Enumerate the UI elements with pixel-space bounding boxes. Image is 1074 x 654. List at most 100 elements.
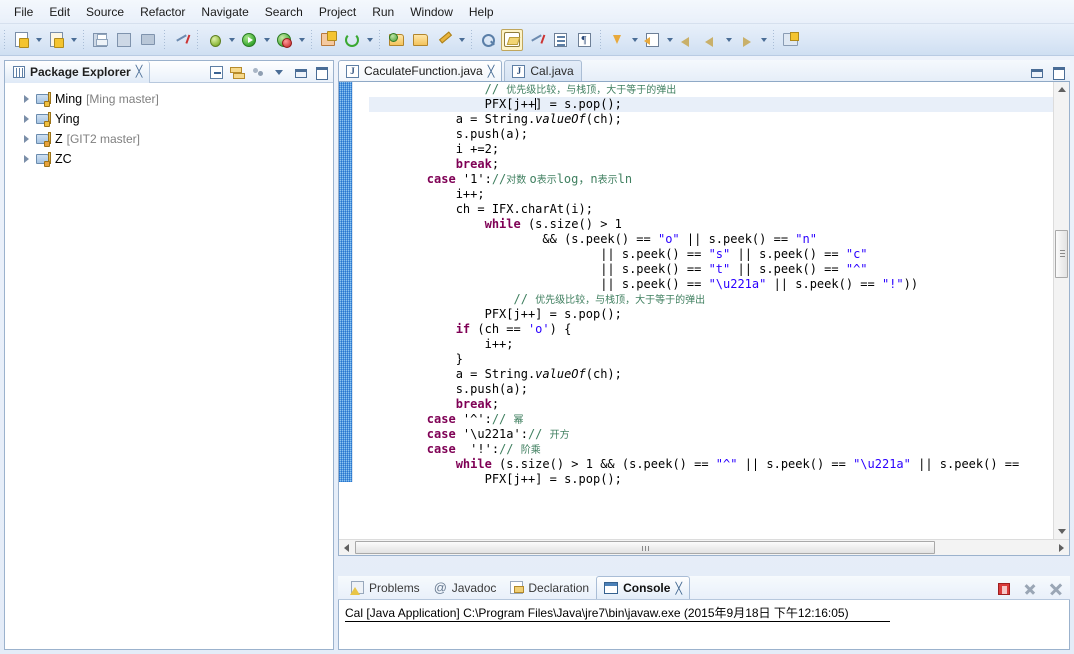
- source-code-text[interactable]: // 优先级比较，与栈顶，大于等于的弹出 PFX[j++] = s.pop();…: [369, 82, 1053, 539]
- code-line[interactable]: || s.peek() == "t" || s.peek() == "^": [369, 262, 1053, 277]
- tab-console[interactable]: Console ╳: [596, 576, 691, 599]
- open-type-button[interactable]: [385, 29, 407, 51]
- new-wizard-dropdown[interactable]: [33, 29, 44, 51]
- code-line[interactable]: i++;: [369, 337, 1053, 352]
- tree-item-zc[interactable]: ZC: [5, 149, 333, 169]
- menu-help[interactable]: Help: [461, 2, 502, 22]
- search-button[interactable]: [477, 29, 499, 51]
- code-line[interactable]: while (s.size() > 1: [369, 217, 1053, 232]
- minimize-view-button[interactable]: [290, 63, 310, 82]
- menu-window[interactable]: Window: [402, 2, 461, 22]
- tab-package-explorer[interactable]: Package Explorer ╳: [5, 60, 151, 83]
- show-outline-button[interactable]: [549, 29, 571, 51]
- editor-tab-cal-java[interactable]: J Cal.java: [504, 60, 582, 81]
- maximize-editor-button[interactable]: [1048, 62, 1068, 81]
- debug-dropdown[interactable]: [226, 29, 237, 51]
- code-editor[interactable]: // 优先级比较，与栈顶，大于等于的弹出 PFX[j++] = s.pop();…: [338, 82, 1070, 556]
- code-line[interactable]: i +=2;: [369, 142, 1053, 157]
- forward-dropdown[interactable]: [758, 29, 769, 51]
- chevron-right-icon[interactable]: [21, 94, 32, 105]
- code-line[interactable]: && (s.peek() == "o" || s.peek() == "n": [369, 232, 1053, 247]
- remove-all-terminated-button[interactable]: [1046, 579, 1066, 598]
- menu-project[interactable]: Project: [311, 2, 364, 22]
- previous-annotation-button[interactable]: [641, 29, 663, 51]
- code-line[interactable]: || s.peek() == "s" || s.peek() == "c": [369, 247, 1053, 262]
- scroll-right-arrow[interactable]: [1054, 540, 1069, 555]
- menu-search[interactable]: Search: [257, 2, 311, 22]
- tab-declaration[interactable]: Declaration: [503, 576, 596, 599]
- new-wizard-button[interactable]: [10, 29, 32, 51]
- close-icon[interactable]: ╳: [488, 65, 495, 78]
- chevron-right-icon[interactable]: [21, 114, 32, 125]
- console-output-area[interactable]: Cal [Java Application] C:\Program Files\…: [338, 600, 1070, 650]
- code-line[interactable]: case '\u221a':// 开方: [369, 427, 1053, 442]
- scroll-left-arrow[interactable]: [339, 540, 354, 555]
- code-line[interactable]: || s.peek() == "\u221a" || s.peek() == "…: [369, 277, 1053, 292]
- menu-file[interactable]: File: [6, 2, 41, 22]
- menu-run[interactable]: Run: [364, 2, 402, 22]
- chevron-right-icon[interactable]: [21, 154, 32, 165]
- save-button[interactable]: [89, 29, 111, 51]
- print-button[interactable]: [137, 29, 159, 51]
- code-line[interactable]: s.push(a);: [369, 127, 1053, 142]
- editor-horizontal-scrollbar[interactable]: [339, 539, 1069, 555]
- code-line[interactable]: ch = IFX.charAt(i);: [369, 202, 1053, 217]
- debug-button[interactable]: [203, 29, 225, 51]
- tree-item-ying[interactable]: Ying: [5, 109, 333, 129]
- close-icon[interactable]: ╳: [136, 65, 143, 78]
- editor-vertical-ruler[interactable]: [339, 82, 353, 482]
- code-line[interactable]: case '^':// 幂: [369, 412, 1053, 427]
- code-line[interactable]: break;: [369, 397, 1053, 412]
- vertical-scroll-thumb[interactable]: [1055, 230, 1068, 278]
- editor-tab-caculatefunction-java[interactable]: J CaculateFunction.java ╳: [338, 60, 503, 81]
- refresh-dropdown[interactable]: [364, 29, 375, 51]
- previous-annotation-dropdown[interactable]: [664, 29, 675, 51]
- close-icon[interactable]: ╳: [675, 582, 682, 595]
- focus-on-active-task-button[interactable]: [248, 63, 268, 82]
- code-line[interactable]: s.push(a);: [369, 382, 1053, 397]
- maximize-view-button[interactable]: [311, 63, 331, 82]
- run-button[interactable]: [238, 29, 260, 51]
- collapse-all-button[interactable]: [206, 63, 226, 82]
- link-with-editor-button[interactable]: [227, 63, 247, 82]
- scroll-down-arrow[interactable]: [1054, 524, 1069, 539]
- tab-javadoc[interactable]: @ Javadoc: [427, 576, 504, 599]
- forward-button[interactable]: [735, 29, 757, 51]
- quick-fix-button[interactable]: [433, 29, 455, 51]
- back-history-dropdown[interactable]: [723, 29, 734, 51]
- code-line[interactable]: break;: [369, 157, 1053, 172]
- view-menu-button[interactable]: [269, 63, 289, 82]
- minimize-editor-button[interactable]: [1026, 62, 1046, 81]
- run-dropdown[interactable]: [261, 29, 272, 51]
- tree-item-z[interactable]: Z [GIT2 master]: [5, 129, 333, 149]
- code-line[interactable]: PFX[j++] = s.pop();: [369, 97, 1053, 112]
- editor-folding-column[interactable]: [354, 82, 368, 482]
- menu-refactor[interactable]: Refactor: [132, 2, 193, 22]
- code-line[interactable]: i++;: [369, 187, 1053, 202]
- next-annotation-dropdown[interactable]: [629, 29, 640, 51]
- code-line[interactable]: a = String.valueOf(ch);: [369, 112, 1053, 127]
- chevron-right-icon[interactable]: [21, 134, 32, 145]
- code-line[interactable]: // 优先级比较，与栈顶，大于等于的弹出: [369, 82, 1053, 97]
- refresh-button[interactable]: [341, 29, 363, 51]
- code-line[interactable]: a = String.valueOf(ch);: [369, 367, 1053, 382]
- code-line[interactable]: case '!':// 阶乘: [369, 442, 1053, 457]
- code-line[interactable]: if (ch == 'o') {: [369, 322, 1053, 337]
- code-line[interactable]: // 优先级比较，与栈顶，大于等于的弹出: [369, 292, 1053, 307]
- code-line[interactable]: case '1'://对数 o表示log，n表示ln: [369, 172, 1053, 187]
- external-tools-dropdown[interactable]: [296, 29, 307, 51]
- horizontal-scroll-thumb[interactable]: [355, 541, 935, 554]
- code-line[interactable]: while (s.size() > 1 && (s.peek() == "^" …: [369, 457, 1053, 472]
- save-all-button[interactable]: [113, 29, 135, 51]
- open-perspective-button[interactable]: [779, 29, 801, 51]
- back-button[interactable]: [676, 29, 698, 51]
- skip-breakpoints-button[interactable]: [525, 29, 547, 51]
- menu-navigate[interactable]: Navigate: [193, 2, 256, 22]
- show-whitespace-button[interactable]: ¶: [573, 29, 595, 51]
- menu-edit[interactable]: Edit: [41, 2, 78, 22]
- tree-item-ming[interactable]: Ming [Ming master]: [5, 89, 333, 109]
- new-java-class-button[interactable]: [317, 29, 339, 51]
- open-task-button[interactable]: [409, 29, 431, 51]
- highlight-toggle-button[interactable]: [501, 28, 523, 51]
- external-tools-button[interactable]: [273, 29, 295, 51]
